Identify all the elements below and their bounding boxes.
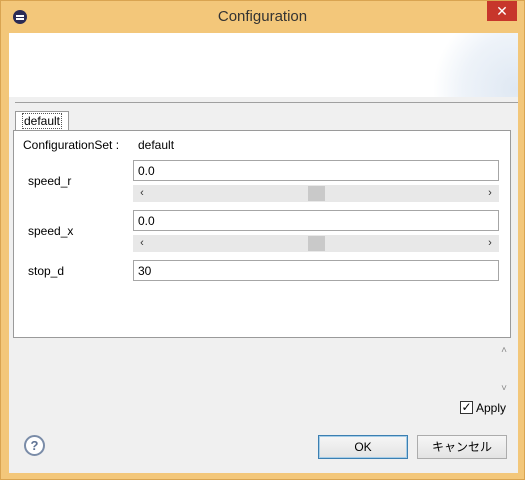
configuration-dialog: Configuration ✕ default ConfigurationSet… [0,0,525,480]
stop-d-label: stop_d [28,264,65,278]
vertical-scrollbar[interactable]: ˄ ˅ [496,345,512,397]
help-icon[interactable]: ? [24,435,45,456]
configuration-set-label: ConfigurationSet : [23,138,120,152]
slider-thumb[interactable] [308,186,325,201]
speed-r-label: speed_r [28,174,72,188]
speed-x-input[interactable] [133,210,499,231]
banner-separator [15,102,518,103]
window-title: Configuration [217,8,308,25]
apply-label: Apply [476,401,507,415]
tab-default-label: default [21,113,63,129]
ok-button[interactable]: OK [318,435,408,459]
slider-left-arrow-icon[interactable]: ‹ [135,186,149,201]
banner-decoration [418,33,518,97]
title-bar[interactable]: Configuration ✕ [1,1,524,33]
slider-thumb[interactable] [308,236,325,251]
cancel-button[interactable]: キャンセル [417,435,507,459]
scroll-down-arrow-icon[interactable]: ˅ [496,383,512,394]
speed-r-slider[interactable]: ‹ › [133,185,499,202]
dialog-body: default ConfigurationSet : default speed… [9,33,518,473]
slider-left-arrow-icon[interactable]: ‹ [135,236,149,251]
tab-panel: ConfigurationSet : default speed_r ‹ › s… [13,130,511,338]
configuration-set-value: default [138,138,175,152]
slider-right-arrow-icon[interactable]: › [483,186,497,201]
speed-x-slider[interactable]: ‹ › [133,235,499,252]
scroll-up-arrow-icon[interactable]: ˄ [496,345,512,356]
speed-r-input[interactable] [133,160,499,181]
tab-default[interactable]: default [15,111,69,131]
stop-d-input[interactable] [133,260,499,281]
close-button[interactable]: ✕ [487,1,517,21]
slider-right-arrow-icon[interactable]: › [483,236,497,251]
speed-x-label: speed_x [28,224,74,238]
header-banner [9,33,518,97]
apply-checkbox[interactable]: ✓ [460,401,473,414]
